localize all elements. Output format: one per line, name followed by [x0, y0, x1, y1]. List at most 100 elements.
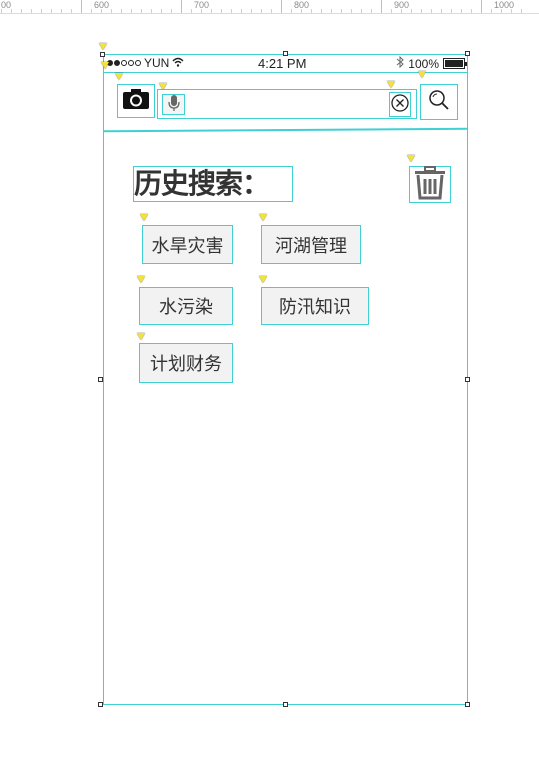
status-time: 4:21 PM — [258, 56, 307, 71]
history-title: 历史搜索： — [133, 166, 293, 202]
search-icon — [428, 89, 450, 115]
ruler-tick — [261, 9, 262, 13]
ruler-tick — [361, 9, 362, 13]
interaction-marker — [259, 214, 267, 221]
ruler-tick — [151, 9, 152, 13]
resize-handle[interactable] — [465, 702, 470, 707]
ruler-tick — [201, 9, 202, 13]
clear-history-button[interactable] — [409, 165, 451, 204]
ruler-tick — [21, 9, 22, 13]
interaction-marker — [99, 43, 107, 50]
resize-handle[interactable] — [98, 377, 103, 382]
ruler-tick — [171, 9, 172, 13]
search-button[interactable] — [420, 84, 458, 120]
status-right: 100% — [396, 55, 467, 71]
history-tag[interactable]: 水旱灾害 — [142, 225, 233, 264]
status-left: YUN — [107, 56, 184, 70]
ruler-tick — [521, 9, 522, 13]
ruler-tick — [351, 9, 352, 13]
ruler-tick — [461, 9, 462, 13]
ruler-tick — [91, 9, 92, 13]
interaction-marker — [407, 155, 415, 162]
interaction-marker — [140, 214, 148, 221]
clear-search-button[interactable] — [389, 92, 411, 117]
status-bar: YUN 4:21 PM 100% — [103, 55, 468, 73]
history-tag-label: 防汛知识 — [279, 297, 351, 318]
ruler-tick — [331, 9, 332, 13]
ruler-tick — [51, 9, 52, 13]
ruler-tick — [291, 9, 292, 13]
trash-icon — [412, 165, 448, 204]
ruler-tick — [71, 9, 72, 13]
ruler-tick — [271, 9, 272, 13]
ruler-tick — [81, 0, 82, 13]
ruler-tick — [111, 9, 112, 13]
history-tag-label: 水旱灾害 — [151, 235, 224, 257]
history-tag[interactable]: 水污染 — [139, 287, 233, 325]
resize-handle[interactable] — [283, 702, 288, 707]
ruler-tick — [511, 9, 512, 13]
history-tag-label: 河湖管理 — [275, 235, 347, 257]
ruler-tick — [211, 9, 212, 13]
ruler-tick — [401, 9, 402, 13]
ruler-tick — [341, 9, 342, 13]
ruler-tick — [431, 9, 432, 13]
ruler-tick — [101, 9, 102, 13]
ruler-tick — [31, 9, 32, 13]
ruler-tick — [381, 0, 382, 13]
ruler-tick — [181, 0, 182, 13]
signal-dot — [128, 60, 134, 66]
interaction-marker — [387, 81, 395, 88]
interaction-marker — [115, 73, 123, 80]
interaction-marker — [259, 276, 267, 283]
microphone-icon — [167, 94, 181, 116]
camera-button[interactable] — [117, 84, 155, 118]
ruler-tick — [191, 9, 192, 13]
ruler-tick — [221, 9, 222, 13]
ruler-tick — [491, 9, 492, 13]
history-tag[interactable]: 防汛知识 — [261, 287, 369, 325]
ruler-tick — [41, 9, 42, 13]
signal-dot — [135, 60, 141, 66]
ruler-tick — [121, 9, 122, 13]
ruler-tick — [411, 9, 412, 13]
carrier-label: YUN — [144, 56, 170, 70]
bluetooth-icon — [396, 55, 405, 71]
ruler-tick — [441, 9, 442, 13]
resize-handle[interactable] — [98, 702, 103, 707]
battery-icon — [443, 58, 467, 69]
voice-input-button[interactable] — [162, 94, 185, 115]
camera-icon — [122, 88, 150, 114]
interaction-marker — [418, 71, 426, 78]
ruler-tick — [501, 9, 502, 13]
ruler-tick — [251, 9, 252, 13]
ruler-tick — [371, 9, 372, 13]
resize-handle[interactable] — [465, 377, 470, 382]
ruler-tick — [11, 9, 12, 13]
battery-percent: 100% — [408, 56, 439, 71]
ruler-tick — [281, 0, 282, 13]
signal-dots-icon — [107, 60, 141, 66]
history-tag[interactable]: 计划财务 — [139, 343, 233, 383]
signal-dot — [121, 60, 127, 66]
ruler-tick — [451, 9, 452, 13]
ruler-tick — [231, 9, 232, 13]
interaction-marker — [137, 333, 145, 340]
search-input[interactable] — [157, 89, 417, 119]
ruler-tick — [131, 9, 132, 13]
ruler-tick — [421, 9, 422, 13]
ruler-label: 00 — [1, 0, 12, 10]
ruler-tick — [391, 9, 392, 13]
history-tag-label: 计划财务 — [150, 354, 222, 375]
ruler-tick — [241, 9, 242, 13]
ruler-tick — [1, 9, 2, 13]
clear-circle-icon — [391, 93, 409, 116]
ruler-tick — [321, 9, 322, 13]
ruler-tick — [481, 0, 482, 13]
history-tag[interactable]: 河湖管理 — [261, 225, 361, 264]
ruler-tick — [161, 9, 162, 13]
signal-dot — [114, 60, 120, 66]
interaction-marker — [101, 62, 109, 69]
ruler-tick — [471, 9, 472, 13]
history-tag-label: 水污染 — [159, 297, 213, 318]
